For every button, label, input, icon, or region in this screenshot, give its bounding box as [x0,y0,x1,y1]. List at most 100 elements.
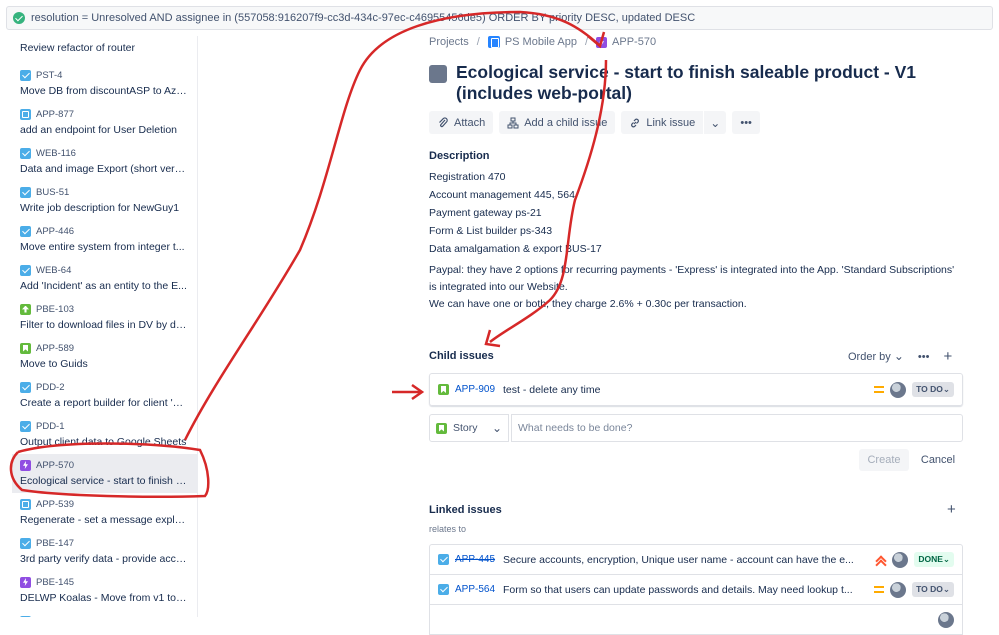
child-issue-meta: TO DO⌄ [874,381,954,398]
avatar[interactable] [890,381,907,398]
link-issue-group: Link issue ⌄ [621,111,727,134]
paperclip-icon [439,116,448,127]
list-item[interactable]: WEB-116 Data and image Export (short vers… [12,142,197,181]
linked-issue-row[interactable] [429,604,963,635]
link-relation-label: relates to [429,524,467,534]
breadcrumb-projects[interactable]: Projects [429,36,469,48]
description-paragraphs[interactable]: Paypal: they have 2 options for recurrin… [429,262,959,313]
status-label: TO DO [916,584,943,594]
linked-issue-row[interactable]: APP-445 Secure accounts, encryption, Uni… [429,544,963,575]
annotation-arrowhead-child [411,383,425,401]
list-item-summary: Review refactor of router [20,42,135,54]
attach-button[interactable]: Attach [429,111,494,134]
list-item-key: APP-539 [36,498,75,510]
avatar[interactable] [890,581,907,598]
list-item[interactable]: PST-4 Move DB from discountASP to Azure [12,64,197,103]
list-item[interactable]: PST-49 [12,610,197,617]
order-by-button[interactable]: Order by ⌄ [848,350,904,363]
list-item-summary: Add 'Incident' as an entity to the E... [20,280,187,292]
list-item[interactable]: APP-877 add an endpoint for User Deletion [12,103,197,142]
list-item[interactable]: PDD-2 Create a report builder for client … [12,376,197,415]
task-icon [20,186,31,198]
issue-type-select[interactable]: Story ⌄ [429,414,509,442]
priority-high-icon [876,555,886,565]
child-add-button[interactable]: + [943,348,952,365]
create-button[interactable]: Create [859,449,909,471]
avatar[interactable] [892,551,909,568]
breadcrumb-issue[interactable]: APP-570 [596,36,656,48]
status-badge[interactable]: TO DO⌄ [912,582,954,597]
child-more-button[interactable]: ••• [918,351,930,363]
child-issue-row[interactable]: APP-909 test - delete any time TO DO⌄ [429,373,963,406]
task-icon [20,69,31,81]
status-badge[interactable]: TO DO⌄ [912,382,954,397]
list-item-key: PDD-2 [36,381,65,393]
linked-issue-key[interactable]: APP-564 [455,584,503,595]
list-item-key: APP-446 [36,225,75,237]
child-issue-key[interactable]: APP-909 [455,384,503,395]
list-item-summary: Move to Guids [20,358,88,370]
story-icon [436,422,447,434]
epic-icon [596,36,608,48]
add-child-issue-button[interactable]: Add a child issue [499,111,616,134]
page-title[interactable]: Ecological service - start to finish sal… [456,62,969,104]
link-issue-dropdown[interactable]: ⌄ [704,111,727,134]
chevron-down-icon: ⌄ [942,584,950,594]
task-icon [20,264,31,276]
issue-color-icon [429,65,447,83]
list-item[interactable]: APP-446 Move entire system from integer t… [12,220,197,259]
linked-issue-summary[interactable]: Secure accounts, encryption, Unique user… [503,554,854,566]
list-item-key: WEB-64 [36,264,72,276]
description-paragraph: Paypal: they have 2 options for recurrin… [429,264,955,293]
list-item-key-row: APP-570 [20,457,189,473]
list-item[interactable]: APP-589 Move to Guids [12,337,197,376]
child-issues-tools: Order by ⌄ ••• + [848,348,952,365]
linked-issue-row[interactable]: APP-564 Form so that users can update pa… [429,574,963,605]
breadcrumb: Projects / PS Mobile App / APP-570 [429,36,656,48]
annotation-arrowhead-children [484,329,501,348]
linked-issue-key[interactable]: APP-445 [455,554,503,565]
link-issue-button[interactable]: Link issue [621,111,704,134]
list-item-key-row: APP-589 [20,340,189,356]
list-item[interactable]: Review refactor of router [12,36,197,64]
list-item[interactable]: PBE-145 DELWP Koalas - Move from v1 to v.… [12,571,197,610]
list-item[interactable]: WEB-64 Add 'Incident' as an entity to the… [12,259,197,298]
task-icon [438,584,449,595]
avatar[interactable] [938,611,954,628]
list-item-summary: Filter to download files in DV by da... [20,319,189,331]
subtask-icon [20,108,31,120]
list-item[interactable]: APP-539 Regenerate - set a message explai… [12,493,197,532]
epic-icon [20,576,31,588]
list-item-selected[interactable]: APP-570 Ecological service - start to fin… [12,454,197,493]
jql-filter-bar[interactable]: resolution = Unresolved AND assignee in … [6,6,993,30]
status-badge[interactable]: DONE⌄ [914,552,954,567]
link-issue-label: Link issue [646,116,696,129]
list-item[interactable]: PBE-103 Filter to download files in DV by… [12,298,197,337]
project-icon [487,36,500,48]
list-item-key: WEB-116 [36,147,76,159]
linked-issue-meta: TO DO⌄ [874,581,954,598]
list-item-key: PDD-1 [36,420,65,432]
cancel-button[interactable]: Cancel [914,449,962,471]
breadcrumb-project[interactable]: PS Mobile App [487,36,577,48]
list-item-key: PBE-145 [36,576,75,588]
create-child-row: Story ⌄ [429,414,963,442]
description-body[interactable]: Registration 470 Account management 445,… [429,168,602,258]
linked-issues-heading: Linked issues [429,504,502,516]
linked-issue-summary[interactable]: Form so that users can update passwords … [503,584,853,596]
add-linked-issue-button[interactable]: + [947,501,956,518]
child-issue-summary[interactable]: test - delete any time [503,384,600,396]
new-child-summary-input[interactable] [511,414,963,442]
list-item-key: PBE-103 [36,303,75,315]
task-icon [438,554,449,565]
status-label: DONE [918,554,943,564]
list-item[interactable]: PBE-147 3rd party verify data - provide a… [12,532,197,571]
more-actions-button[interactable]: ••• [732,111,760,134]
list-item-key-row: PST-49 [20,613,189,617]
link-icon [631,118,640,127]
status-label: TO DO [916,384,943,394]
list-item[interactable]: BUS-51 Write job description for NewGuy1 [12,181,197,220]
priority-medium-icon [874,386,885,393]
breadcrumb-issue-key: APP-570 [612,36,657,48]
list-item[interactable]: PDD-1 Output client data to Google Sheets [12,415,197,454]
